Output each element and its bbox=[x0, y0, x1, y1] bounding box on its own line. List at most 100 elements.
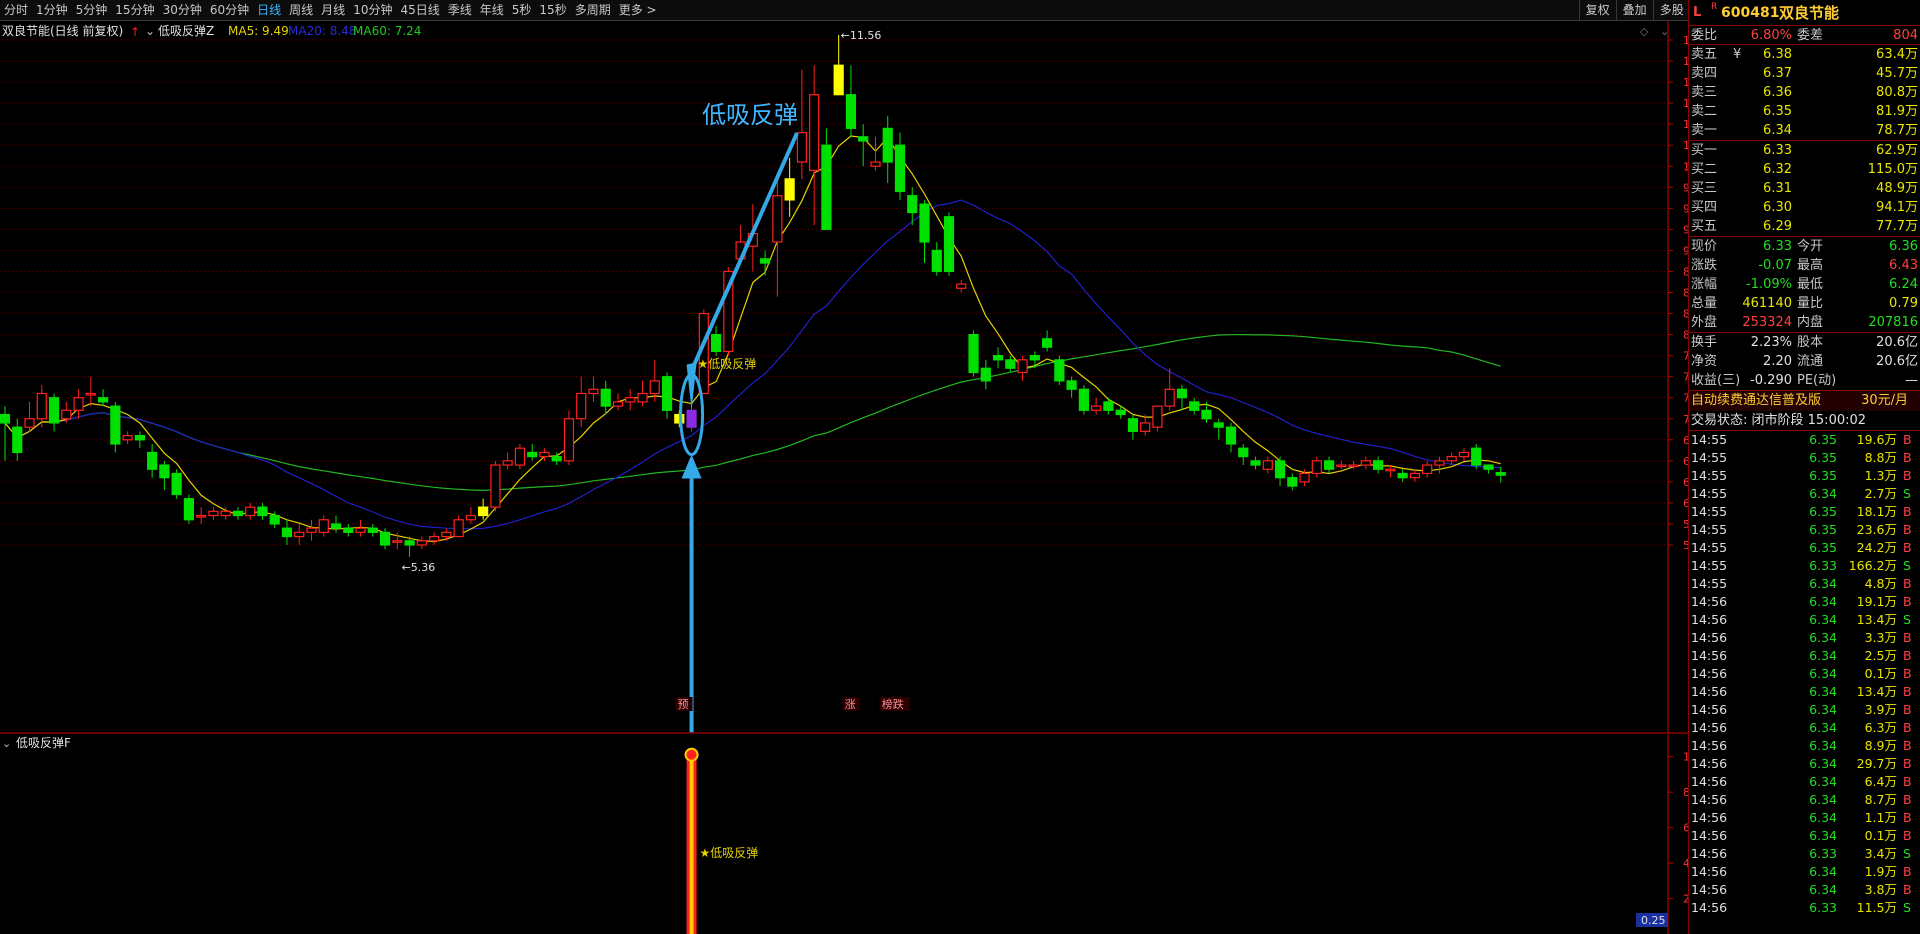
tick-row[interactable]: 14:566.3311.5万S11 bbox=[1689, 899, 1920, 917]
bid-row[interactable]: 买五 6.29 77.7万 bbox=[1689, 217, 1920, 236]
candle[interactable] bbox=[122, 431, 133, 444]
candle[interactable] bbox=[772, 174, 783, 297]
period-tab[interactable]: 日线 bbox=[253, 0, 285, 20]
candle[interactable] bbox=[845, 65, 857, 137]
candle[interactable] bbox=[343, 523, 354, 537]
candle[interactable] bbox=[1152, 405, 1163, 432]
candle[interactable] bbox=[514, 444, 526, 470]
tick-row[interactable]: 14:566.340.1万B1 bbox=[1689, 827, 1920, 845]
diamond-icon[interactable]: ◇ bbox=[1640, 25, 1649, 38]
candle[interactable] bbox=[208, 507, 219, 520]
candle[interactable] bbox=[1164, 368, 1175, 411]
candle[interactable] bbox=[1017, 355, 1028, 381]
candle[interactable] bbox=[563, 410, 575, 466]
candle[interactable] bbox=[330, 515, 342, 533]
candle[interactable] bbox=[1287, 473, 1298, 491]
indicator-name[interactable]: 低吸反弹Z bbox=[158, 24, 214, 38]
period-tab[interactable]: 1分钟 bbox=[32, 0, 72, 20]
candle[interactable] bbox=[1336, 460, 1347, 470]
bid-price[interactable]: 6.32 bbox=[1763, 160, 1792, 179]
period-tab[interactable]: 季线 bbox=[444, 0, 476, 20]
candle[interactable] bbox=[612, 393, 624, 411]
candle[interactable] bbox=[956, 279, 967, 293]
tick-row[interactable]: 14:566.3413.4万B13 bbox=[1689, 683, 1920, 701]
candle[interactable] bbox=[1127, 414, 1139, 440]
candle[interactable] bbox=[968, 330, 979, 377]
period-tab[interactable]: 10分钟 bbox=[349, 0, 396, 20]
candle[interactable] bbox=[1373, 456, 1384, 474]
bid-row[interactable]: 买三 6.31 48.9万 bbox=[1689, 179, 1920, 198]
candle[interactable] bbox=[882, 115, 893, 184]
candle[interactable] bbox=[367, 523, 378, 537]
ask-price[interactable]: 6.38 bbox=[1763, 45, 1792, 64]
bid-price[interactable]: 6.29 bbox=[1763, 217, 1792, 236]
promo-banner[interactable]: 自动续费通达信普及版 30元/月 bbox=[1689, 391, 1920, 411]
tick-row[interactable]: 14:566.346.3万B9 bbox=[1689, 719, 1920, 737]
candle[interactable] bbox=[12, 418, 23, 461]
candle[interactable] bbox=[85, 376, 96, 407]
ask-price[interactable]: 6.34 bbox=[1763, 121, 1792, 140]
candle[interactable] bbox=[821, 128, 832, 230]
candle[interactable] bbox=[1434, 456, 1445, 474]
candle[interactable] bbox=[1176, 385, 1188, 411]
period-tab[interactable]: 15秒 bbox=[535, 0, 570, 20]
chart-area[interactable]: ←11.56←5.36★低吸反弹预涨榜跌 11.5011.2511.0010.7… bbox=[0, 21, 1688, 934]
candle[interactable] bbox=[1397, 469, 1408, 482]
candle[interactable] bbox=[1422, 460, 1433, 478]
candle[interactable] bbox=[171, 469, 182, 499]
ask-price[interactable]: 6.35 bbox=[1763, 102, 1792, 121]
candle[interactable] bbox=[281, 519, 293, 545]
candle[interactable] bbox=[183, 494, 194, 524]
tick-row[interactable]: 14:556.3518.1万B14 bbox=[1689, 503, 1920, 521]
period-tab[interactable]: 5分钟 bbox=[72, 0, 112, 20]
period-tab[interactable]: 分时 bbox=[0, 0, 32, 20]
ask-row[interactable]: 卖一 6.34 78.7万 bbox=[1689, 121, 1920, 140]
bid-price[interactable]: 6.30 bbox=[1763, 198, 1792, 217]
candle[interactable] bbox=[232, 507, 244, 520]
candle[interactable] bbox=[576, 376, 587, 428]
ask-row[interactable]: 卖三 6.36 80.8万 bbox=[1689, 83, 1920, 102]
subchart-chevron-icon[interactable]: ⌄ bbox=[2, 737, 11, 750]
candle[interactable] bbox=[1238, 444, 1249, 466]
tick-row[interactable]: 14:566.348.9万B6 bbox=[1689, 737, 1920, 755]
candle[interactable] bbox=[159, 460, 170, 491]
candle[interactable] bbox=[0, 406, 11, 461]
tick-row[interactable]: 14:556.3523.6万B2 bbox=[1689, 521, 1920, 539]
candle[interactable] bbox=[919, 199, 930, 264]
candle[interactable] bbox=[1054, 355, 1065, 386]
bid-price[interactable]: 6.33 bbox=[1763, 141, 1792, 160]
candle[interactable] bbox=[796, 69, 808, 179]
tick-row[interactable]: 14:556.344.8万B5 bbox=[1689, 575, 1920, 593]
ask-price[interactable]: 6.36 bbox=[1763, 83, 1792, 102]
candle[interactable] bbox=[894, 132, 906, 200]
period-tab[interactable]: 30分钟 bbox=[159, 0, 206, 20]
candle[interactable] bbox=[257, 502, 268, 520]
candle[interactable] bbox=[809, 65, 820, 226]
candle[interactable] bbox=[147, 444, 158, 478]
candle[interactable] bbox=[1078, 385, 1089, 415]
tick-row[interactable]: 14:566.348.7万B21 bbox=[1689, 791, 1920, 809]
candle[interactable] bbox=[943, 212, 955, 276]
candle[interactable] bbox=[1323, 456, 1335, 474]
ask-row[interactable]: 卖四 6.37 45.7万 bbox=[1689, 64, 1920, 83]
tick-row[interactable]: 14:566.343.9万B7 bbox=[1689, 701, 1920, 719]
bid-row[interactable]: 买二 6.32 115.0万 bbox=[1689, 160, 1920, 179]
candle[interactable] bbox=[1213, 418, 1224, 440]
candle[interactable] bbox=[649, 359, 660, 402]
candle[interactable] bbox=[48, 393, 60, 432]
candle[interactable] bbox=[1225, 422, 1237, 453]
subchart-title[interactable]: 低吸反弹F bbox=[16, 736, 71, 750]
collapse-icon[interactable]: ⌄ bbox=[1660, 25, 1669, 38]
candle[interactable] bbox=[710, 326, 722, 356]
period-tab[interactable]: 月线 bbox=[317, 0, 349, 20]
candle[interactable] bbox=[134, 431, 145, 449]
candle[interactable] bbox=[527, 444, 538, 461]
candle[interactable] bbox=[870, 136, 881, 171]
candle[interactable] bbox=[1189, 397, 1200, 415]
candle[interactable] bbox=[1409, 469, 1421, 482]
candle[interactable] bbox=[625, 389, 636, 411]
candle[interactable] bbox=[196, 507, 207, 524]
tick-row[interactable]: 14:566.333.4万S7 bbox=[1689, 845, 1920, 863]
ask-price[interactable]: 6.37 bbox=[1763, 64, 1792, 83]
tick-row[interactable]: 14:566.343.8万B7 bbox=[1689, 881, 1920, 899]
